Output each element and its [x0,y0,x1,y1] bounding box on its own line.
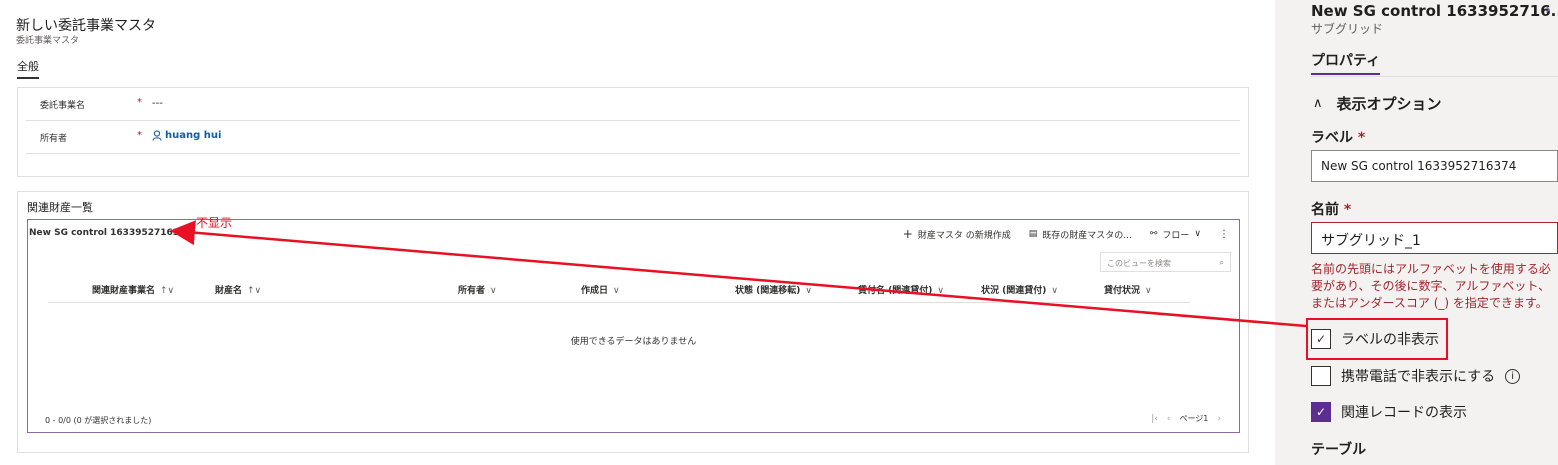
show-related-records-checkbox[interactable]: ✓ 関連レコードの表示 [1311,402,1467,422]
name-error-message: 名前の先頭にはアルファベットを使用する必要があり、その後に数字、アルファベット、… [1311,262,1551,310]
column-header[interactable]: 状況 (関連貸付) ∨ [981,283,1058,296]
more-icon[interactable]: ⋮ [1219,229,1229,240]
display-options-label: 表示オプション [1336,95,1442,113]
name-caption: 名前 * [1311,202,1352,218]
hide-on-phone-checkbox[interactable]: 携帯電話で非表示にする i [1311,366,1521,386]
name-input[interactable]: サブグリッド_1 [1311,222,1558,254]
annotation-text: 不显示 [196,216,233,230]
form-canvas: 新しい委託事業マスタ 委託事業マスタ 全般 委託事業名 * --- 所有者 * … [0,0,1275,465]
column-header[interactable]: 作成日 ∨ [581,283,620,296]
pager: |‹ ‹ ページ1 › [1151,413,1221,424]
chevron-up-icon: ∧ [1313,96,1323,111]
table-caption: テーブル [1311,442,1367,458]
document-icon: ▤ [1028,229,1038,239]
section-title: 関連財産一覧 [27,201,93,214]
field-label: 委託事業名 [40,101,86,111]
subgrid-control[interactable]: New SG control 1633952716374 + 財産マスタ の新規… [27,219,1240,433]
info-icon[interactable]: i [1505,368,1521,384]
checkbox[interactable]: ✓ [1311,402,1331,422]
panel-title: New SG control 1633952716... [1311,2,1558,20]
label-input[interactable]: New SG control 1633952716374 [1311,150,1558,182]
column-header[interactable]: 状態 (関連移転) ∨ [735,283,812,296]
form-title: 新しい委託事業マスタ [16,18,156,34]
required-marker: * [137,130,142,141]
grid-header: 関連財産事業名 ↑∨ 財産名 ↑∨ 所有者 ∨ 作成日 ∨ 状態 (関連移転) ∨ 貸付名… [48,275,1190,303]
annotation-highlight-box [1306,318,1448,360]
flow-icon: ⚯ [1149,229,1158,239]
form-subtitle: 委託事業マスタ [16,36,80,46]
subgrid-label: New SG control 1633952716374 [29,228,192,238]
view-search-input[interactable]: このビューを検索 ⌕ [1100,252,1231,272]
field-row-owner[interactable]: 所有者 * huang hui [26,121,1240,154]
chevron-right-icon[interactable]: › [1545,0,1551,18]
properties-panel: New SG control 1633952716... サブグリッド › プロ… [1282,0,1558,465]
project-name-field[interactable]: --- [152,98,163,109]
search-placeholder: このビューを検索 [1107,259,1171,268]
column-header[interactable]: 関連財産事業名 ↑∨ [92,283,174,296]
column-header[interactable]: 所有者 ∨ [458,283,497,296]
plus-icon: + [902,227,913,241]
tab-general[interactable]: 全般 [17,58,39,79]
empty-message: 使用できるデータはありません [570,337,697,347]
divider [1311,76,1558,77]
owner-lookup[interactable]: huang hui [152,130,221,141]
checkbox-label: 関連レコードの表示 [1341,405,1467,421]
flow-label: フロー [1162,230,1190,241]
page-label: ページ1 [1179,414,1209,423]
flow-button[interactable]: ⚯ フロー ∨ [1150,228,1201,241]
search-icon: ⌕ [1219,258,1224,267]
display-options-toggle[interactable]: ∧ 表示オプション [1313,93,1442,114]
first-page-icon[interactable]: |‹ [1151,414,1158,424]
new-record-button[interactable]: + 財産マスタ の新規作成 [903,227,1011,241]
label-caption: ラベル * [1311,130,1366,146]
owner-name: huang hui [165,130,222,141]
required-marker: * [137,97,142,108]
column-header[interactable]: 貸付状況 ∨ [1104,283,1152,296]
general-section: 委託事業名 * --- 所有者 * huang hui [17,87,1249,177]
checkbox-label: 携帯電話で非表示にする [1341,369,1496,385]
column-header[interactable]: 貸付名 (関連貸付) ∨ [858,283,944,296]
next-page-icon[interactable]: › [1217,414,1221,424]
checkbox[interactable] [1311,366,1331,386]
person-icon [152,130,162,141]
new-record-label: 財産マスタ の新規作成 [917,230,1011,241]
column-header[interactable]: 財産名 ↑∨ [215,283,261,296]
field-label: 所有者 [40,134,68,144]
panel-subtitle: サブグリッド [1311,22,1384,36]
previous-page-icon[interactable]: ‹ [1167,414,1171,424]
field-row-project-name[interactable]: 委託事業名 * --- [26,88,1240,121]
chevron-down-icon: ∨ [1194,229,1201,239]
record-count: 0 - 0/0 (0 が選択されました) [45,416,152,425]
command-bar: + 財産マスタ の新規作成 ▤ 既存の財産マスタの... ⚯ フロー ∨ ⋮ [903,227,1229,241]
add-existing-label: 既存の財産マスタの... [1042,230,1132,241]
tab-properties[interactable]: プロパティ [1311,50,1381,75]
add-existing-button[interactable]: ▤ 既存の財産マスタの... [1029,228,1132,241]
